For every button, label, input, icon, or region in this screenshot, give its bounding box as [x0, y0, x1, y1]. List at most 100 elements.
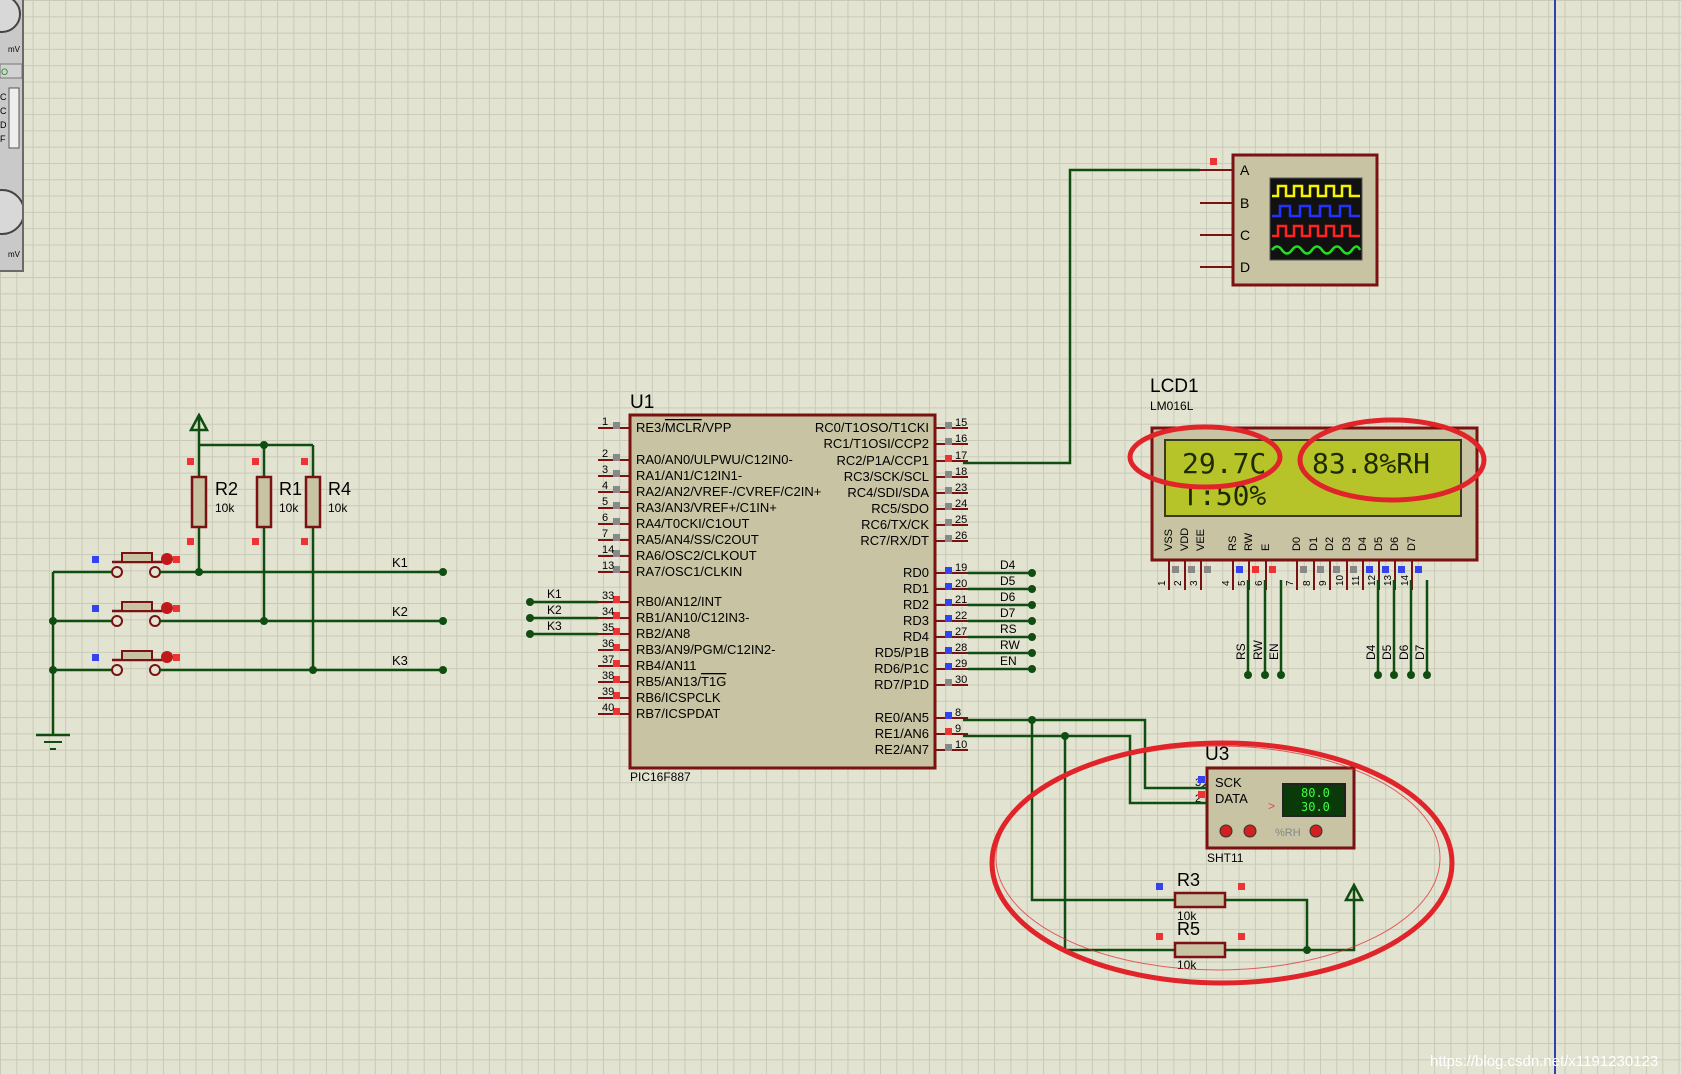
- mcu-right-pin-name: RD1: [903, 581, 929, 596]
- mcu-right-pin-name: RD6/P1C: [874, 661, 929, 676]
- lcd-pin-marker[interactable]: [1188, 566, 1195, 573]
- wire-rc2-to-scope[interactable]: [963, 168, 1200, 465]
- resistor-r1[interactable]: [255, 475, 273, 529]
- lcd-pin-label: VSS: [1163, 529, 1175, 551]
- mcu-left-pin-number: 5: [602, 496, 608, 508]
- schematic-canvas[interactable]: A B C D LCD1 LM016L 29.7C 83.8%RH T:50% …: [0, 0, 1681, 1074]
- mcu-pin-marker[interactable]: [945, 647, 952, 654]
- mcu-pin-marker[interactable]: [945, 599, 952, 606]
- mcu-pin-marker[interactable]: [613, 486, 620, 493]
- mcu-pin-marker[interactable]: [945, 567, 952, 574]
- sht11-sensor[interactable]: U3 SCK DATA > 80.0 30.0 %RH SHT11 3 2: [1195, 744, 1356, 865]
- sensor-mode-toggle[interactable]: [1309, 824, 1323, 838]
- mcu-pin-marker[interactable]: [945, 438, 952, 445]
- push-button-cap[interactable]: [121, 650, 153, 661]
- lcd-pin-marker[interactable]: [1398, 566, 1405, 573]
- mcu-right-pin-name: RE1/AN6: [875, 726, 929, 741]
- lcd-pin-number: 6: [1254, 580, 1265, 586]
- lcd-pin-marker[interactable]: [1366, 566, 1373, 573]
- mcu-pin-marker[interactable]: [945, 663, 952, 670]
- mcu-left-pin-name: RB5/AN13/T1G: [636, 674, 726, 689]
- r4-value: 10k: [328, 501, 348, 515]
- mcu-right-pin-number: 22: [955, 610, 967, 622]
- sensor-humidity: 80.0: [1301, 786, 1330, 800]
- mcu-left-pin-name: RB2/AN8: [636, 626, 690, 641]
- mcu-right-pin-name: RD4: [903, 629, 929, 644]
- push-button-cap[interactable]: [121, 601, 153, 612]
- mcu-left-pin-number: 13: [602, 560, 614, 572]
- mcu-pin-marker[interactable]: [613, 502, 620, 509]
- button-state-icon[interactable]: [161, 602, 173, 614]
- mcu-left-pin-name: RA2/AN2/VREF-/CVREF/C2IN+: [636, 484, 821, 499]
- lcd-pin-marker[interactable]: [1300, 566, 1307, 573]
- mcu-pin-marker[interactable]: [945, 631, 952, 638]
- mcu-pin-marker[interactable]: [945, 728, 952, 735]
- r5-ref: R5: [1177, 919, 1200, 939]
- sensor-increase-button[interactable]: [1243, 824, 1257, 838]
- mcu-pin-marker[interactable]: [945, 503, 952, 510]
- channel-a-label: A: [1240, 162, 1250, 178]
- lcd-pin-marker[interactable]: [1172, 566, 1179, 573]
- push-button-cap[interactable]: [121, 552, 153, 563]
- mcu-pin-marker[interactable]: [613, 422, 620, 429]
- port-d-net-label: D6: [1000, 590, 1016, 604]
- lcd-pin-number: 2: [1173, 580, 1184, 586]
- button-state-icon[interactable]: [161, 651, 173, 663]
- mcu-left-pin-name: RB3/AN9/PGM/C12IN2-: [636, 642, 775, 657]
- mcu-pin-marker[interactable]: [945, 455, 952, 462]
- mcu-right-pin-name: RC1/T1OSI/CCP2: [824, 436, 929, 451]
- mcu-right-pin-name: RD5/P1B: [875, 645, 929, 660]
- mcu-pin-marker[interactable]: [945, 422, 952, 429]
- resistor-r4[interactable]: [304, 475, 322, 529]
- mcu-ref: U1: [630, 392, 654, 413]
- mcu-pin-marker[interactable]: [945, 487, 952, 494]
- mcu-right-pin-number: 8: [955, 707, 961, 719]
- lcd-pin-marker[interactable]: [1252, 566, 1259, 573]
- lcd-pin-number: 8: [1302, 580, 1313, 586]
- lcd-pin-marker[interactable]: [1333, 566, 1340, 573]
- r2-value: 10k: [215, 501, 235, 515]
- mcu-pin-marker[interactable]: [613, 518, 620, 525]
- mcu-left-pin-name: RE3/MCLR/VPP: [636, 420, 731, 435]
- keypad-circuit[interactable]: R2 10k R1 10k R4 10k K1 K2 K3: [36, 412, 447, 750]
- sensor-decrease-button[interactable]: [1219, 824, 1233, 838]
- mcu-pin-marker[interactable]: [945, 471, 952, 478]
- lcd-pin-marker[interactable]: [1317, 566, 1324, 573]
- lcd-pin-marker[interactable]: [1204, 566, 1211, 573]
- resistor-r3[interactable]: [1173, 891, 1227, 909]
- sensor-ref: U3: [1205, 744, 1229, 765]
- mcu-pin-marker[interactable]: [945, 535, 952, 542]
- mcu-left-pin-name: RA0/AN0/ULPWU/C12IN0-: [636, 452, 793, 467]
- lcd-net-wires: RS RW EN D4 D5 D6 D7: [1234, 580, 1431, 679]
- mcu-pin-marker[interactable]: [613, 454, 620, 461]
- pin-marker-a[interactable]: [1210, 158, 1217, 165]
- mcu-pin-marker[interactable]: [613, 534, 620, 541]
- lcd-pin-marker[interactable]: [1236, 566, 1243, 573]
- mcu-right-pin-name: RC6/TX/CK: [861, 517, 929, 532]
- lcd-pin-marker[interactable]: [1350, 566, 1357, 573]
- mcu-pin-marker[interactable]: [945, 744, 952, 751]
- resistor-r5[interactable]: [1173, 941, 1227, 959]
- lcd-ref: LCD1: [1150, 376, 1199, 397]
- mcu-left-pin-name: RB1/AN10/C12IN3-: [636, 610, 749, 625]
- mcu-pin-marker[interactable]: [945, 519, 952, 526]
- mcu-pin-marker[interactable]: [945, 615, 952, 622]
- button-state-icon[interactable]: [161, 553, 173, 565]
- lcd-pin-label: D0: [1291, 537, 1303, 551]
- lcd-pin-marker[interactable]: [1415, 566, 1422, 573]
- lcd-pin-marker[interactable]: [1269, 566, 1276, 573]
- net-label-d7-lcd: D7: [1413, 644, 1427, 660]
- resistor-r2[interactable]: [190, 475, 208, 529]
- mcu-left-pin-number: 1: [602, 416, 608, 428]
- mcu-pin-marker[interactable]: [945, 583, 952, 590]
- mcu-right-pin-name: RD2: [903, 597, 929, 612]
- lcd-pin-marker[interactable]: [1382, 566, 1389, 573]
- lcd-pin-number: 11: [1351, 575, 1362, 586]
- mcu-left-pin-name: RA5/AN4/SS/C2OUT: [636, 532, 759, 547]
- lcd-pin-label: VDD: [1179, 528, 1191, 551]
- mcu-pin-marker[interactable]: [613, 470, 620, 477]
- mcu-pin-marker[interactable]: [945, 679, 952, 686]
- pic16f887[interactable]: U1 PIC16F887 1 RE3/MCLR/VPP 2 RA0/AN0/ULPWU…: [598, 392, 968, 784]
- oscilloscope[interactable]: A B C D: [1200, 153, 1379, 287]
- mcu-pin-marker[interactable]: [945, 712, 952, 719]
